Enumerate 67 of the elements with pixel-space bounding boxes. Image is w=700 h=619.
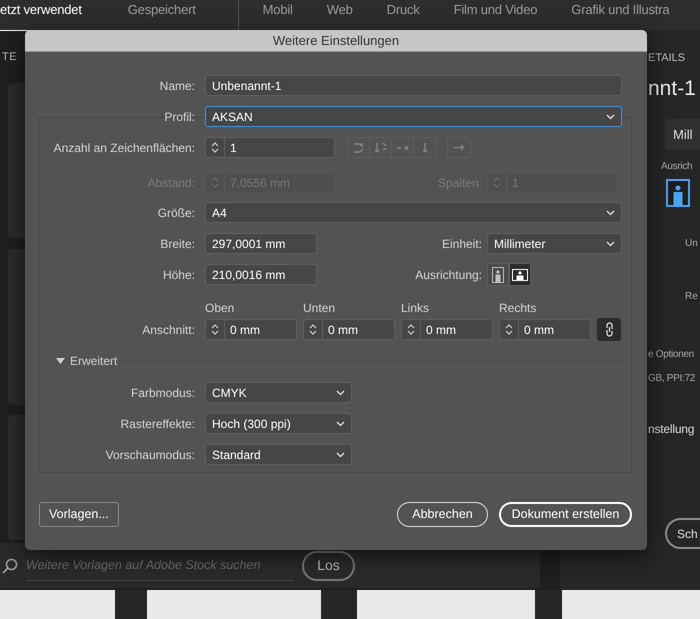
field-label: Name: xyxy=(158,78,196,94)
bleed-heading: Rechts xyxy=(499,300,538,317)
profile-dropdown[interactable]: AKSAN xyxy=(205,106,622,127)
field-label: Größe: xyxy=(156,204,196,222)
cancel-button[interactable]: Abbrechen xyxy=(397,502,488,527)
category-tab[interactable]: Mobil xyxy=(262,1,293,31)
category-tab[interactable]: Grafik und Illustra xyxy=(571,1,670,31)
field-label: Ausrichtung: xyxy=(414,266,483,284)
dropdown[interactable]: CMYK xyxy=(205,382,352,403)
bleed-field[interactable]: 0 mm xyxy=(205,319,297,340)
bleed-heading: Unten xyxy=(303,300,336,317)
field-label: Profil: xyxy=(163,108,196,126)
height-field[interactable]: 210,0016 mm xyxy=(205,264,317,285)
bleed-field[interactable]: 0 mm xyxy=(499,319,591,340)
dropdown[interactable]: Hoch (300 ppi) xyxy=(205,413,352,434)
width-field[interactable]: 297,0001 mm xyxy=(205,233,317,254)
landscape-orientation-button[interactable] xyxy=(509,263,531,286)
dialog-title: Weitere Einstellungen xyxy=(25,30,647,52)
chevron-down-icon xyxy=(606,114,615,120)
section-heading: TE xyxy=(2,50,18,65)
section-heading: ETAILS xyxy=(648,51,686,64)
field-label: Ausrich xyxy=(661,160,694,174)
field-label: Anschnitt: xyxy=(141,322,196,338)
document-info: GB, PPI:72 xyxy=(648,372,696,386)
link-toggle[interactable] xyxy=(597,318,621,341)
unit-dropdown[interactable]: Mill xyxy=(665,119,700,150)
chain-link-icon xyxy=(604,322,614,337)
bleed-heading: Links xyxy=(401,300,430,317)
portrait-figure-icon xyxy=(492,266,504,282)
search-icon xyxy=(2,558,18,574)
size-dropdown[interactable]: A4 xyxy=(205,202,622,223)
options-text: e Optionen xyxy=(648,348,695,362)
close-button[interactable]: Sch xyxy=(665,518,700,549)
create-document-button[interactable]: Dokument erstellen xyxy=(499,502,632,527)
bleed-field[interactable]: 0 mm xyxy=(303,319,395,340)
field-label: Rastereffekte: xyxy=(120,416,196,432)
settings-link[interactable]: nstellung xyxy=(648,420,700,438)
landscape-figure-icon xyxy=(512,268,528,280)
category-tab[interactable]: Film und Video xyxy=(454,1,538,31)
field-label: Un xyxy=(685,237,699,251)
portrait-orientation-icon[interactable] xyxy=(666,179,690,207)
field-label: Einheit: xyxy=(440,236,483,252)
chevron-down-icon xyxy=(606,240,615,246)
field-label: Breite: xyxy=(159,236,196,252)
unit-dropdown[interactable]: Millimeter xyxy=(487,233,622,254)
field-label: Höhe: xyxy=(162,266,196,284)
field-label: Anzahl an Zeichenflächen: xyxy=(52,140,196,156)
field-label: Farbmodus: xyxy=(130,384,196,402)
field-label: Vorschaumodus: xyxy=(104,446,196,464)
portrait-orientation-button[interactable] xyxy=(487,263,509,286)
category-tab[interactable]: Gespeichert xyxy=(128,1,196,31)
bleed-heading: Oben xyxy=(205,300,236,317)
advanced-toggle[interactable]: Erweitert xyxy=(56,352,118,370)
field-label: Re xyxy=(685,290,699,304)
chevron-down-icon xyxy=(336,452,345,458)
category-tab[interactable]: Web xyxy=(326,1,353,31)
chevron-down-icon xyxy=(606,210,615,216)
dropdown[interactable]: Standard xyxy=(205,444,352,465)
templates-button[interactable]: Vorlagen... xyxy=(39,502,119,527)
chevron-down-icon xyxy=(336,390,345,396)
chevron-down-icon xyxy=(336,420,345,426)
bleed-field[interactable]: 0 mm xyxy=(401,319,493,340)
disclosure-triangle-icon xyxy=(56,358,65,364)
artboard-count-field[interactable]: 1 xyxy=(205,137,335,158)
category-tab[interactable]: Druck xyxy=(386,1,420,31)
name-field[interactable]: Unbenannt-1 xyxy=(205,75,622,96)
document-name: nnt-1 xyxy=(648,77,697,101)
